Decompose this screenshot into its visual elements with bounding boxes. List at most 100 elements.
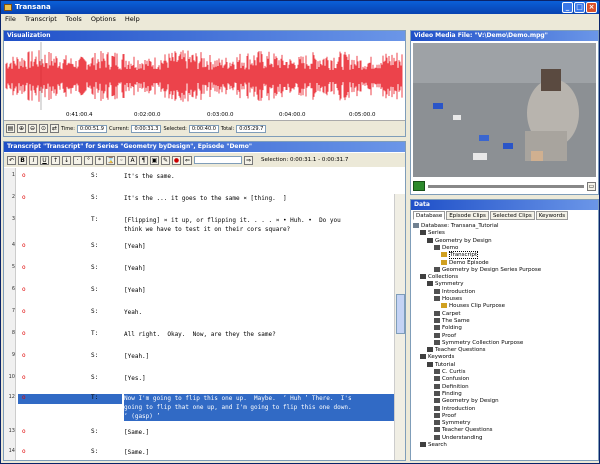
tree-node-icon	[441, 303, 447, 309]
menu-help[interactable]: Help	[125, 14, 140, 25]
traffic-light-icon[interactable]: ●	[172, 155, 181, 165]
tree-node-label: C. Curtis	[442, 369, 466, 375]
speaker-label: S:	[91, 428, 99, 435]
timecode-marker[interactable]: o	[22, 448, 26, 455]
snapshot-icon[interactable]: ▭	[587, 181, 596, 191]
tree-node-label: Symmetry Collection Purpose	[442, 339, 524, 346]
tick-label: 0:03:00.0	[207, 112, 234, 118]
tree-node-label: Symmetry	[442, 420, 471, 427]
minimize-button[interactable]: _	[562, 2, 573, 13]
menu-options[interactable]: Options	[91, 14, 116, 25]
menu-transcript[interactable]: Transcript	[25, 14, 57, 25]
tree-node-label: Houses	[442, 296, 463, 302]
timecode-marker[interactable]: o	[22, 308, 26, 315]
bold-icon[interactable]: B	[18, 155, 27, 165]
speaker-label: S:	[91, 286, 99, 293]
data-panel: Data Database Episode Clips Selected Cli…	[410, 199, 599, 461]
timecode-marker[interactable]: o	[22, 242, 26, 249]
utterance-text: [Same.]	[124, 429, 150, 436]
tree-node-icon	[413, 223, 419, 228]
tree-node-label: Demo	[442, 244, 459, 251]
timecode-marker[interactable]: o	[22, 352, 26, 359]
selected-field: 0:00:40.0	[188, 124, 219, 133]
title-bar: Transana _ □ ×	[1, 1, 599, 14]
tab-selected-clips[interactable]: Selected Clips	[489, 211, 535, 220]
underline-icon[interactable]: U	[40, 155, 49, 165]
line-number: 5	[11, 264, 15, 270]
hide-timecode-icon[interactable]: ◦	[117, 155, 126, 165]
visualization-toolbar: ▤ ⊕ ⊖ ⊙ ⇄ Time: 0:00:51.9 Current: 0:00:…	[4, 120, 405, 136]
tree-node-icon	[441, 252, 447, 258]
search-forward-icon[interactable]: ⇒	[244, 155, 253, 165]
tree-node-icon	[434, 339, 440, 345]
search-back-icon[interactable]: ⇐	[183, 155, 192, 165]
rising-intonation-icon[interactable]: ↑	[51, 155, 60, 165]
timecode-marker[interactable]: o	[22, 394, 26, 401]
video-frame[interactable]	[413, 43, 596, 177]
speaker-label: S:	[91, 448, 99, 455]
tree-node-label: Geometry by Design	[435, 237, 492, 244]
font-icon[interactable]: A	[128, 155, 137, 165]
zoom-out-icon[interactable]: ⊖	[28, 124, 37, 133]
play-button[interactable]	[413, 181, 425, 191]
timecode-marker[interactable]: o	[22, 428, 26, 435]
tree-node-icon	[434, 390, 440, 396]
undo-icon[interactable]: ↶	[7, 155, 16, 165]
tree-node-icon	[434, 383, 440, 389]
utterance-text: [Same.]	[124, 449, 150, 456]
tree-node-icon	[434, 369, 440, 374]
menu-bar: File Transcript Tools Options Help	[1, 14, 599, 25]
time-label: Time:	[61, 125, 75, 132]
zoom-in-icon[interactable]: ⊕	[17, 124, 26, 133]
tab-keywords[interactable]: Keywords	[535, 211, 569, 220]
tree-node-icon	[434, 317, 440, 323]
audible-breath-icon[interactable]: ·	[73, 155, 82, 165]
filmstrip-icon[interactable]: ▤	[6, 124, 15, 133]
edit-mode-icon[interactable]: ✎	[161, 155, 170, 165]
line-number: 10	[8, 374, 15, 380]
transcript-text[interactable]: 1 o S: It's the same. 2 o S: It's the ... it go…	[4, 168, 405, 460]
tree-node[interactable]: Search	[420, 441, 447, 449]
waveform[interactable]	[4, 42, 405, 110]
tree-node-label: Proof	[442, 332, 457, 339]
timecode-icon[interactable]: ⌛	[106, 155, 115, 165]
falling-intonation-icon[interactable]: ↓	[62, 155, 71, 165]
tab-database[interactable]: Database	[413, 211, 446, 220]
italic-icon[interactable]: I	[29, 155, 38, 165]
tree-node-icon	[427, 361, 433, 367]
tree-node-icon	[420, 274, 426, 280]
tree-node-label: Series	[428, 230, 445, 237]
timecode-marker[interactable]: o	[22, 172, 26, 179]
tree-node-label: Search	[428, 442, 447, 448]
menu-file[interactable]: File	[5, 14, 16, 25]
symbol-icon[interactable]: *	[95, 155, 104, 165]
menu-tools[interactable]: Tools	[66, 14, 82, 25]
selection-range: Selection: 0:00:31.1 - 0:00:31.7	[261, 157, 349, 163]
tree-node-label: Introduction	[442, 405, 476, 412]
speaker-label: S:	[91, 352, 99, 359]
transcript-panel: Transcript "Transcript" for Series "Geom…	[3, 141, 406, 461]
tab-episode-clips[interactable]: Episode Clips	[446, 211, 489, 220]
whisper-icon[interactable]: °	[84, 155, 93, 165]
sync-icon[interactable]: ⇄	[50, 124, 59, 133]
style-icon[interactable]: ¶	[139, 155, 148, 165]
selected-label: Selected:	[163, 125, 187, 132]
timecode-marker[interactable]: o	[22, 264, 26, 271]
maximize-button[interactable]: □	[574, 2, 585, 13]
app-window: Transana _ □ × File Transcript Tools Opt…	[0, 0, 600, 464]
tree-node-label: Finding	[442, 390, 462, 397]
search-input[interactable]	[194, 156, 242, 164]
timecode-marker[interactable]: o	[22, 286, 26, 293]
scrollbar-thumb[interactable]	[396, 294, 405, 334]
timecode-marker[interactable]: o	[22, 374, 26, 381]
close-button[interactable]: ×	[586, 2, 597, 13]
visualization-panel: Visualization 0:41:00.4 0:02:00.0 0:03:0…	[3, 30, 406, 137]
utterance-text: [Flipping] ¤ it up, or flipping it. . . …	[124, 217, 341, 233]
timecode-marker[interactable]: o	[22, 194, 26, 201]
video-position-slider[interactable]	[428, 184, 584, 188]
zoom-fit-icon[interactable]: ⊙	[39, 124, 48, 133]
transcript-scrollbar[interactable]	[394, 194, 405, 460]
timecode-marker[interactable]: o	[22, 330, 26, 337]
save-icon[interactable]: ▣	[150, 155, 159, 165]
current-label: Current:	[108, 125, 130, 132]
